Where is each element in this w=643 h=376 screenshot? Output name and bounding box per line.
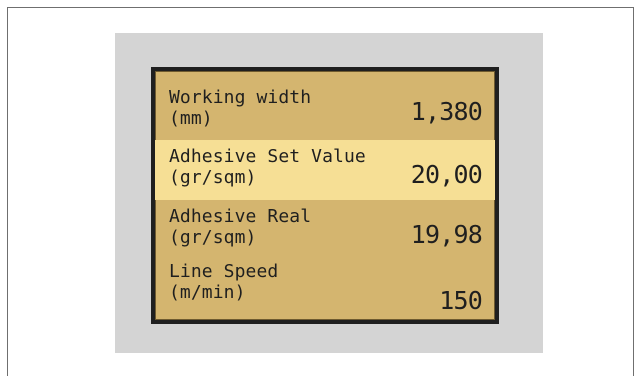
line-speed-value: 150 — [439, 286, 483, 315]
line-speed-row: Line Speed (m/min) 150 — [155, 255, 495, 315]
hmi-display-screen: Working width (mm) 1,380 Adhesive Set Va… — [151, 67, 499, 324]
adhesive-set-value-row: Adhesive Set Value (gr/sqm) 20,00 — [155, 140, 495, 200]
adhesive-set-value-label: Adhesive Set Value (gr/sqm) — [169, 146, 405, 188]
adhesive-real-unit: (gr/sqm) — [169, 227, 257, 248]
adhesive-real-label-text: Adhesive Real — [169, 206, 312, 227]
working-width-unit: (mm) — [169, 108, 213, 129]
working-width-label-text: Working width — [169, 87, 312, 108]
working-width-row: Working width (mm) 1,380 — [155, 81, 495, 141]
adhesive-set-value: 20,00 — [410, 160, 483, 189]
line-speed-label-text: Line Speed — [169, 261, 279, 282]
working-width-value: 1,380 — [410, 97, 483, 126]
working-width-label: Working width (mm) — [169, 87, 405, 129]
adhesive-real-value: 19,98 — [410, 220, 483, 249]
adhesive-real-label: Adhesive Real (gr/sqm) — [169, 206, 405, 248]
adhesive-set-value-label-text: Adhesive Set Value — [169, 146, 366, 167]
adhesive-set-value-unit: (gr/sqm) — [169, 167, 257, 188]
line-speed-unit: (m/min) — [169, 282, 246, 303]
adhesive-real-row: Adhesive Real (gr/sqm) 19,98 — [155, 200, 495, 260]
line-speed-label: Line Speed (m/min) — [169, 261, 405, 303]
